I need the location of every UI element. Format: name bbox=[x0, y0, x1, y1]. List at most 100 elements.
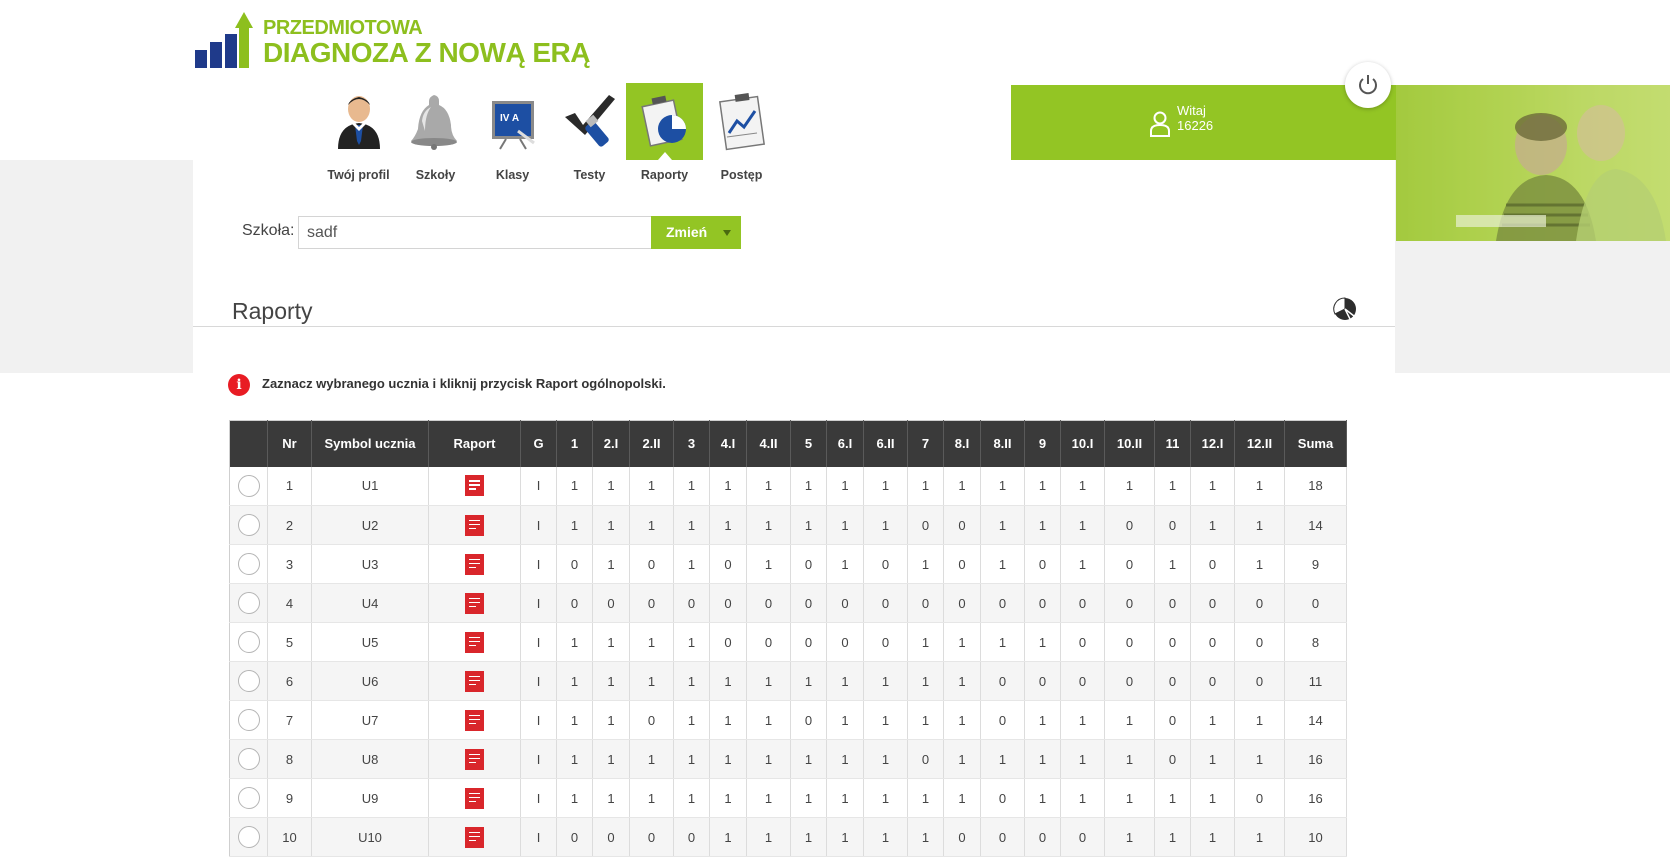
pdf-report-icon[interactable] bbox=[465, 631, 484, 653]
score-cell: 0 bbox=[1104, 544, 1155, 584]
student-radio[interactable] bbox=[237, 553, 260, 575]
score-cell: 1 bbox=[556, 700, 593, 740]
group-cell: I bbox=[520, 778, 557, 818]
score-cell: 0 bbox=[1024, 544, 1061, 584]
table-row[interactable]: 8 U8 I 1 1 1 1 1 1 1 1 1 0 1 1 1 1 1 0 1 1 16 bbox=[229, 739, 1347, 779]
student-radio[interactable] bbox=[237, 592, 260, 614]
nav-item-reports[interactable]: Raporty bbox=[626, 83, 703, 188]
pdf-report-icon[interactable] bbox=[465, 787, 484, 809]
score-cell: 0 bbox=[746, 583, 791, 623]
score-cell: 1 bbox=[980, 466, 1025, 506]
sum-cell: 16 bbox=[1284, 739, 1347, 779]
column-header bbox=[229, 420, 268, 467]
score-cell: 0 bbox=[1024, 661, 1061, 701]
pdf-report-icon[interactable] bbox=[465, 826, 484, 848]
table-row[interactable]: 1 U1 I 1 1 1 1 1 1 1 1 1 1 1 1 1 1 1 1 1 1 18 bbox=[229, 466, 1347, 506]
table-row[interactable]: 5 U5 I 1 1 1 1 0 0 0 0 0 1 1 1 1 0 0 0 0 0 8 bbox=[229, 622, 1347, 662]
score-cell: 1 bbox=[556, 778, 593, 818]
score-cell: 0 bbox=[1104, 583, 1155, 623]
pie-chart-icon[interactable] bbox=[1332, 296, 1358, 322]
table-row[interactable]: 4 U4 I 0 0 0 0 0 0 0 0 0 0 0 0 0 0 0 0 0 0 0 bbox=[229, 583, 1347, 623]
student-radio[interactable] bbox=[237, 514, 260, 536]
nav-item-classes[interactable]: IV A Klasy bbox=[474, 83, 551, 188]
score-cell: 0 bbox=[1060, 622, 1105, 662]
column-header: 10.I bbox=[1060, 420, 1105, 467]
sum-cell: 10 bbox=[1284, 817, 1347, 857]
student-radio[interactable] bbox=[237, 670, 260, 692]
student-radio[interactable] bbox=[237, 748, 260, 770]
score-cell: 1 bbox=[980, 544, 1025, 584]
pdf-report-icon[interactable] bbox=[465, 514, 484, 536]
nav-label-progress: Postęp bbox=[720, 168, 763, 182]
section-divider bbox=[193, 326, 1395, 327]
table-row[interactable]: 7 U7 I 1 1 0 1 1 1 0 1 1 1 1 0 1 1 1 0 1 1 14 bbox=[229, 700, 1347, 740]
group-cell: I bbox=[520, 583, 557, 623]
row-number: 6 bbox=[267, 661, 312, 701]
school-input[interactable] bbox=[298, 216, 652, 249]
score-cell: 1 bbox=[1104, 700, 1155, 740]
table-row[interactable]: 10 U10 I 0 0 0 0 1 1 1 1 1 1 0 0 0 0 1 1 1 1 10 bbox=[229, 817, 1347, 857]
score-cell: 0 bbox=[907, 739, 944, 779]
report-cell bbox=[428, 700, 521, 740]
student-radio[interactable] bbox=[237, 787, 260, 809]
score-cell: 0 bbox=[943, 817, 981, 857]
report-cell bbox=[428, 466, 521, 506]
sum-cell: 14 bbox=[1284, 505, 1347, 545]
student-radio[interactable] bbox=[237, 474, 260, 497]
score-cell: 1 bbox=[1060, 466, 1105, 506]
score-cell: 0 bbox=[980, 583, 1025, 623]
sum-cell: 18 bbox=[1284, 466, 1347, 506]
student-radio[interactable] bbox=[237, 826, 260, 848]
column-header: 4.I bbox=[709, 420, 747, 467]
score-cell: 1 bbox=[863, 466, 908, 506]
score-cell: 1 bbox=[790, 778, 827, 818]
logout-button[interactable] bbox=[1345, 62, 1391, 108]
score-cell: 0 bbox=[1104, 622, 1155, 662]
score-cell: 1 bbox=[746, 817, 791, 857]
app-logo[interactable]: PRZEDMIOTOWA DIAGNOZA Z NOWĄ ERĄ bbox=[193, 8, 593, 73]
score-cell: 1 bbox=[1154, 778, 1191, 818]
score-cell: 1 bbox=[907, 700, 944, 740]
pdf-report-icon[interactable] bbox=[465, 592, 484, 614]
whiteboard-icon: IV A bbox=[492, 101, 535, 150]
score-cell: 1 bbox=[592, 739, 630, 779]
score-cell: 1 bbox=[1104, 778, 1155, 818]
pdf-report-icon[interactable] bbox=[465, 709, 484, 731]
score-cell: 0 bbox=[863, 583, 908, 623]
pdf-report-icon[interactable] bbox=[465, 670, 484, 692]
score-cell: 0 bbox=[629, 817, 674, 857]
pdf-report-icon[interactable] bbox=[465, 748, 484, 770]
score-cell: 1 bbox=[790, 817, 827, 857]
column-header: 8.I bbox=[943, 420, 981, 467]
score-cell: 0 bbox=[709, 583, 747, 623]
score-cell: 1 bbox=[592, 661, 630, 701]
pdf-report-icon[interactable] bbox=[465, 475, 484, 497]
table-row[interactable]: 6 U6 I 1 1 1 1 1 1 1 1 1 1 1 0 0 0 0 0 0 0 11 bbox=[229, 661, 1347, 701]
row-number: 9 bbox=[267, 778, 312, 818]
score-cell: 0 bbox=[826, 583, 864, 623]
score-cell: 0 bbox=[1154, 700, 1191, 740]
nav-item-schools[interactable]: Szkoły bbox=[397, 83, 474, 188]
change-school-button[interactable]: Zmień bbox=[651, 216, 741, 249]
score-cell: 1 bbox=[1234, 544, 1285, 584]
header-photo bbox=[1396, 85, 1670, 241]
nav-item-profile[interactable]: Twój profil bbox=[320, 83, 397, 188]
score-cell: 0 bbox=[592, 583, 630, 623]
logo-bars-icon bbox=[195, 12, 253, 68]
row-number: 8 bbox=[267, 739, 312, 779]
power-icon bbox=[1359, 75, 1377, 95]
table-row[interactable]: 3 U3 I 0 1 0 1 0 1 0 1 0 1 0 1 0 1 0 1 0 1 9 bbox=[229, 544, 1347, 584]
table-row[interactable]: 9 U9 I 1 1 1 1 1 1 1 1 1 1 1 0 1 1 1 1 1 0 16 bbox=[229, 778, 1347, 818]
group-cell: I bbox=[520, 622, 557, 662]
score-cell: 1 bbox=[556, 505, 593, 545]
nav-item-progress[interactable]: Postęp bbox=[703, 83, 780, 188]
student-radio[interactable] bbox=[237, 709, 260, 731]
score-cell: 1 bbox=[673, 700, 710, 740]
score-cell: 0 bbox=[1190, 661, 1235, 701]
student-radio[interactable] bbox=[237, 631, 260, 653]
sum-cell: 0 bbox=[1284, 583, 1347, 623]
score-cell: 1 bbox=[629, 466, 674, 506]
pdf-report-icon[interactable] bbox=[465, 553, 484, 575]
table-row[interactable]: 2 U2 I 1 1 1 1 1 1 1 1 1 0 0 1 1 1 0 0 1 1 14 bbox=[229, 505, 1347, 545]
student-symbol: U7 bbox=[311, 700, 429, 740]
